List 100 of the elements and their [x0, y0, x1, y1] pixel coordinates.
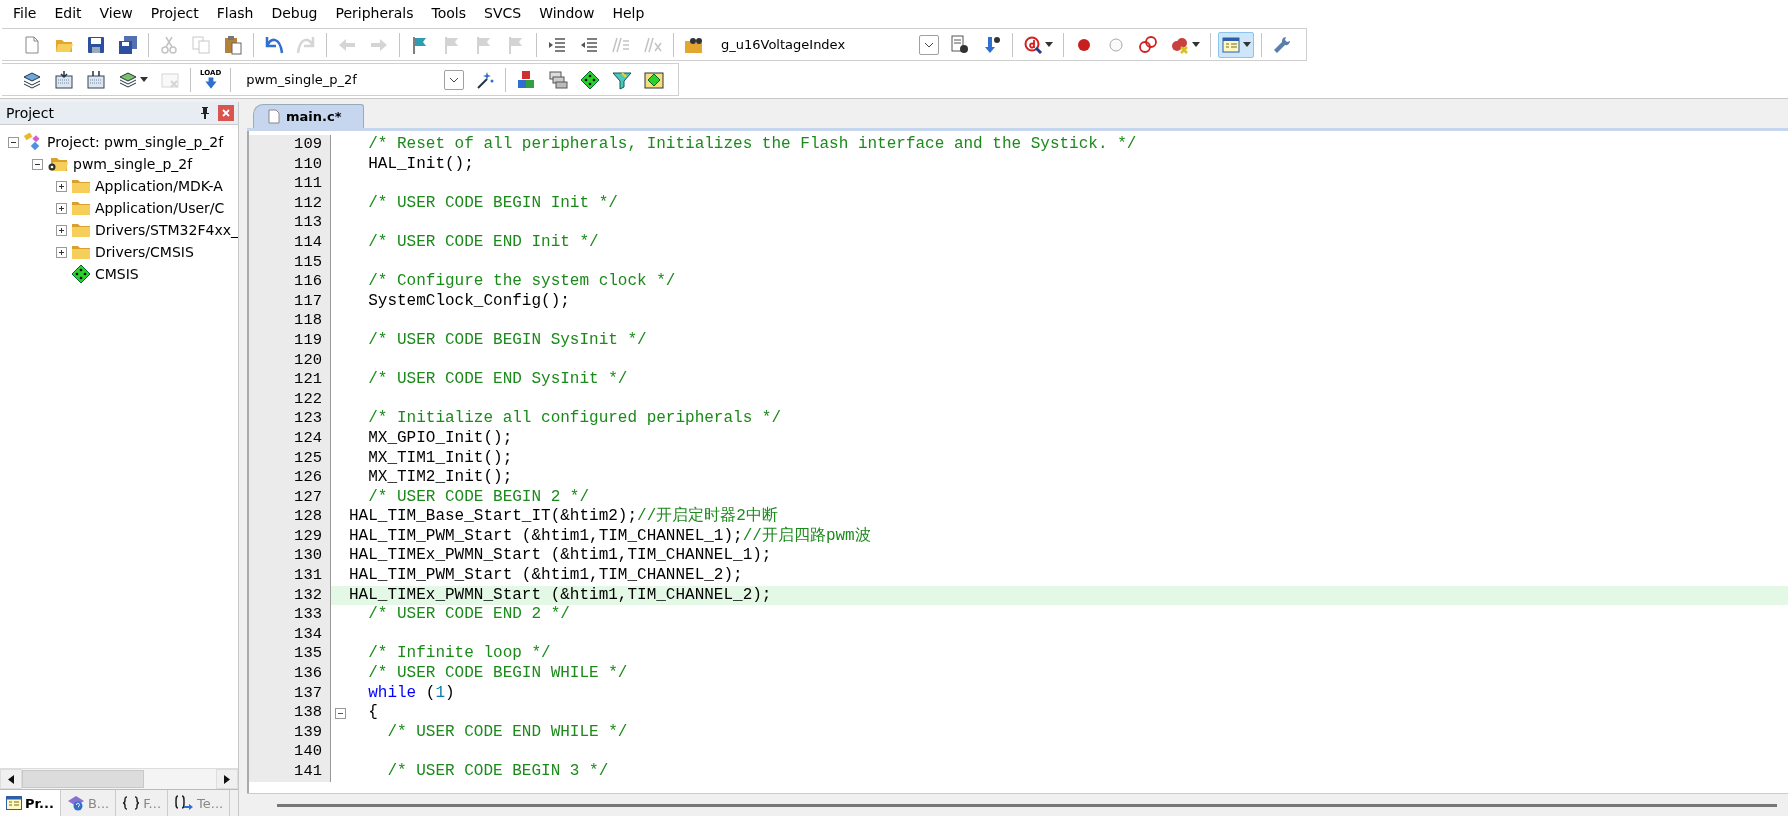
line-number: 120 [249, 350, 331, 371]
code-line: /* USER CODE BEGIN Init */ [367, 193, 618, 214]
new-file-icon [22, 34, 42, 55]
chevron-down-icon [449, 76, 460, 83]
line-number: 124 [249, 428, 331, 449]
collapse-icon[interactable] [8, 136, 19, 148]
stacked-windows-icon [548, 69, 569, 90]
template-insert-icon [174, 795, 195, 811]
panel-tab[interactable]: Pr... [0, 790, 61, 816]
panel-title: Project [6, 105, 54, 121]
line-number: 109 [249, 135, 331, 155]
line-number: 141 [249, 762, 331, 782]
diamond-grid-icon [644, 69, 665, 90]
linked-circles-icon [1138, 34, 1158, 55]
code-line: HAL_TIMEx_PWMN_Start (&htim1,TIM_CHANNEL_2); [349, 585, 772, 606]
code-line: /* USER CODE BEGIN 3 */ [386, 762, 609, 782]
debug-magnifier-icon [1023, 34, 1043, 55]
save-icon [86, 34, 106, 55]
undo-arrow-icon [264, 34, 284, 55]
folder-icon [71, 178, 91, 194]
collapse-icon[interactable] [334, 707, 346, 719]
chevron-down-icon [924, 41, 934, 48]
build-icon [54, 69, 74, 90]
tree-item[interactable]: CMSIS [95, 266, 139, 282]
code-line: HAL_TIM_PWM_Start (&htim1,TIM_CHANNEL_1);//开启四路pwm波 [349, 526, 871, 547]
code-line: /* USER CODE BEGIN WHILE */ [367, 664, 628, 684]
collapse-icon[interactable] [32, 158, 43, 170]
dropdown-caret-icon [1243, 42, 1251, 47]
code-line: { [367, 703, 378, 723]
line-number: 126 [249, 468, 331, 488]
colored-blocks-icon [516, 69, 537, 90]
scroll-left-icon[interactable] [8, 774, 14, 784]
component-icon [71, 264, 91, 284]
line-number: 119 [249, 330, 331, 351]
find-document-icon [950, 34, 970, 55]
menu-item[interactable]: Project [141, 3, 208, 23]
line-number: 133 [249, 605, 331, 625]
tree-item[interactable]: Drivers/STM32F4xx_ [95, 222, 238, 238]
line-number: 127 [249, 487, 331, 508]
line-number: 130 [249, 546, 331, 567]
expand-icon[interactable] [56, 202, 67, 214]
line-number: 139 [249, 722, 331, 743]
line-number: 123 [249, 409, 331, 429]
code-line: /* USER CODE END SysInit */ [367, 370, 628, 390]
folder-gear-icon [47, 155, 69, 173]
tree-item[interactable]: Drivers/CMSIS [95, 244, 194, 260]
line-number: 121 [249, 370, 331, 390]
tree-item[interactable]: pwm_single_p_2f [73, 156, 193, 172]
menu-item[interactable]: Peripherals [326, 3, 423, 23]
menu-item[interactable]: View [90, 3, 142, 23]
line-number: 129 [249, 526, 331, 547]
code-line: /* USER CODE BEGIN 2 */ [367, 487, 590, 508]
code-line: while (1) [367, 683, 455, 704]
save-all-icon [118, 34, 138, 55]
menu-item[interactable]: SVCS [475, 3, 531, 23]
code-line: SystemClock_Config(); [367, 291, 570, 312]
menu-item[interactable]: Window [530, 3, 604, 23]
line-number: 122 [249, 389, 331, 410]
line-number: 137 [249, 683, 331, 704]
expand-icon[interactable] [56, 224, 67, 236]
line-number: 128 [249, 507, 331, 527]
tree-item[interactable]: Project: pwm_single_p_2f [47, 134, 224, 150]
code-line: /* USER CODE END 2 */ [367, 605, 570, 625]
line-number: 136 [249, 664, 331, 684]
code-line: HAL_TIM_Base_Start_IT(&htim2);//开启定时器2中断 [349, 507, 778, 526]
copy-icon [191, 34, 211, 55]
line-number: 140 [249, 742, 331, 762]
close-icon [222, 109, 230, 117]
tree-item[interactable]: Application/User/C [95, 200, 225, 216]
menu-item[interactable]: Tools [422, 3, 476, 23]
paste-icon [223, 34, 243, 55]
horizontal-scrollbar[interactable] [0, 768, 238, 789]
menu-item[interactable]: Flash [207, 3, 263, 23]
code-line: /* Infinite loop */ [367, 644, 551, 665]
line-number: 135 [249, 644, 331, 665]
expand-icon[interactable] [56, 246, 67, 258]
line-number: 125 [249, 448, 331, 469]
menu-item[interactable]: File [4, 3, 46, 23]
tree-item[interactable]: Application/MDK-A [95, 178, 223, 194]
line-number: 114 [249, 232, 331, 253]
code-line: /* Initialize all configured peripherals */ [367, 409, 782, 429]
code-line: HAL_TIMEx_PWMN_Start (&htim1,TIM_CHANNEL_1); [349, 546, 772, 567]
scissors-icon [159, 34, 179, 55]
menu-item[interactable]: Debug [262, 3, 327, 23]
code-line: MX_TIM1_Init(); [367, 448, 513, 469]
toolbar-button[interactable] [1218, 31, 1254, 58]
expand-icon[interactable] [56, 180, 67, 192]
close-button[interactable] [218, 105, 234, 121]
menu-item[interactable]: Edit [45, 3, 91, 23]
code-line: /* USER CODE END Init */ [367, 232, 599, 253]
menu-item[interactable]: Help [603, 3, 654, 23]
code-line: MX_TIM2_Init(); [367, 468, 513, 488]
code-line: HAL_Init(); [367, 154, 474, 175]
file-tab[interactable]: main.c* [253, 104, 365, 128]
dropdown-caret-icon [140, 77, 148, 82]
code-line: /* USER CODE END WHILE */ [386, 722, 628, 743]
funnel-icon [612, 69, 633, 90]
scroll-right-icon[interactable] [224, 774, 230, 784]
pin-icon[interactable] [200, 107, 210, 119]
line-number: 113 [249, 213, 331, 233]
